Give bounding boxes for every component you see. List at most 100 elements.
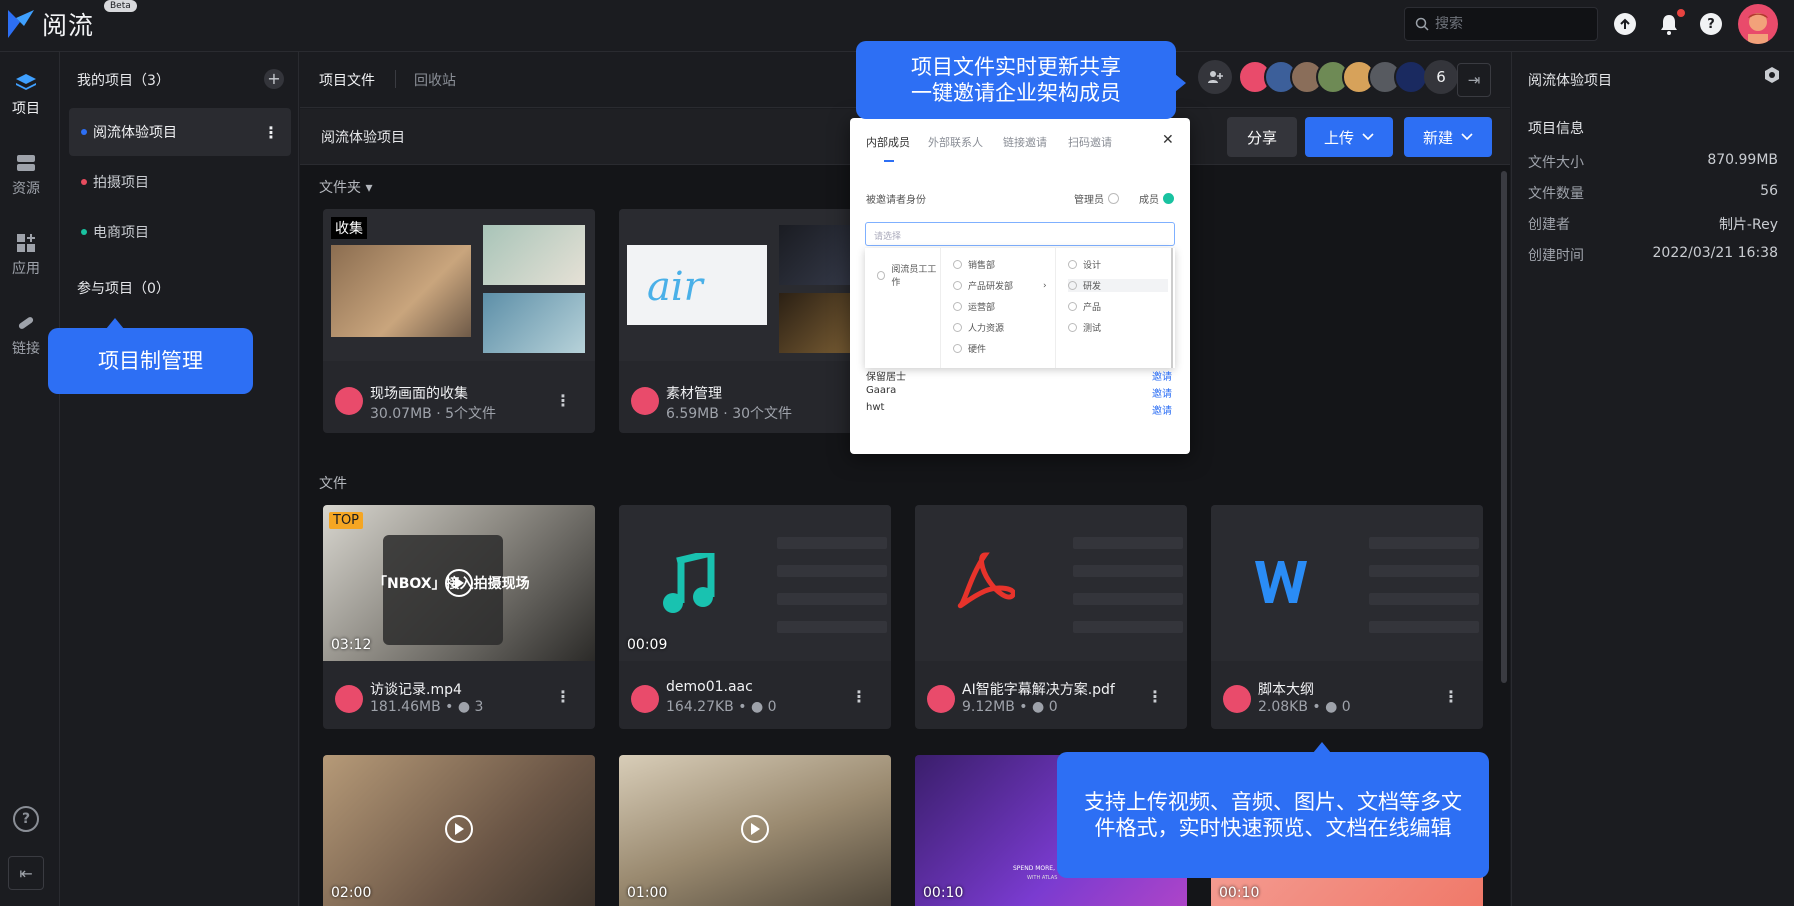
more-vertical-icon[interactable]: ⋮ [851, 687, 867, 706]
rail-item-links[interactable]: 链接 [0, 312, 52, 358]
radio-icon[interactable] [1108, 193, 1119, 204]
radio-icon[interactable] [953, 323, 962, 332]
radio-icon[interactable] [953, 302, 962, 311]
folder-name: 现场画面的收集 [370, 386, 468, 402]
dropdown-option[interactable]: 产品研发部 › [953, 279, 1047, 292]
dropdown-option[interactable]: 运营部 [953, 300, 995, 313]
tab-qr-invite[interactable]: 扫码邀请 [1068, 134, 1112, 150]
new-button[interactable]: 新建 [1404, 117, 1492, 157]
radio-icon[interactable] [1068, 281, 1077, 290]
project-item[interactable]: 电商项目 [69, 208, 291, 256]
radio-icon[interactable] [953, 281, 962, 290]
dropdown-column: 销售部 产品研发部 › 运营部 人力资源 硬件 [940, 248, 1055, 368]
owner-avatar [335, 387, 363, 415]
owner-avatar [1223, 685, 1251, 713]
file-meta: 181.46MB • ● 3 [370, 699, 484, 715]
audio-duration: 00:09 [627, 637, 668, 653]
gear-icon[interactable] [1764, 67, 1780, 83]
file-card[interactable]: 00:09 demo01.aac 164.27KB • ● 0 ⋮ [619, 505, 891, 729]
dropdown-option[interactable]: 产品 [1068, 300, 1101, 313]
play-icon[interactable] [445, 815, 473, 843]
user-avatar[interactable] [1738, 4, 1778, 44]
comment-count: 0 [767, 699, 777, 715]
invite-link[interactable]: 邀请 [1152, 402, 1172, 417]
rail-item-resources[interactable]: 资源 [0, 152, 52, 198]
search-box[interactable] [1404, 7, 1598, 41]
owner-avatar [335, 685, 363, 713]
rail-item-projects[interactable]: 项目 [0, 72, 52, 118]
tab-recycle-bin[interactable]: 回收站 [414, 70, 456, 90]
close-icon[interactable]: ✕ [1162, 132, 1174, 148]
project-dot [81, 179, 87, 185]
skeleton-line [1369, 565, 1479, 577]
member-name: hwt [866, 402, 885, 413]
file-card[interactable]: AI智能字幕解决方案.pdf 9.12MB • ● 0 ⋮ [915, 505, 1187, 729]
rail-item-apps[interactable]: 应用 [0, 232, 52, 278]
dropdown-option[interactable]: 硬件 [953, 342, 986, 355]
radio-checked-icon[interactable] [1163, 193, 1174, 204]
scrollbar[interactable] [1501, 171, 1507, 683]
role-admin-option[interactable]: 管理员 [1074, 191, 1119, 206]
more-vertical-icon[interactable]: ⋮ [1443, 687, 1459, 706]
comment-count: 3 [474, 699, 484, 715]
more-vertical-icon[interactable]: ⋮ [555, 687, 571, 706]
file-card[interactable]: 01:00 [619, 755, 891, 906]
tab-internal-members[interactable]: 内部成员 [866, 134, 910, 150]
help-circle-icon[interactable]: ? [13, 806, 39, 832]
upload-transfer-icon[interactable] [1614, 13, 1636, 35]
bell-icon[interactable] [1658, 12, 1680, 36]
file-card[interactable]: 「NBOX」接入拍摄现场 TOP 03:12 访谈记录.mp4 181.46MB… [323, 505, 595, 729]
tab-link-invite[interactable]: 链接邀请 [1003, 134, 1047, 150]
more-vertical-icon[interactable]: ⋮ [1147, 687, 1163, 706]
invite-link[interactable]: 邀请 [1152, 368, 1172, 383]
dropdown-option[interactable]: 测试 [1068, 321, 1101, 334]
dropdown-option[interactable]: 设计 [1068, 258, 1101, 271]
radio-icon[interactable] [1068, 260, 1077, 269]
dropdown-option[interactable]: 研发 [1068, 279, 1168, 292]
more-vertical-icon[interactable]: ⋮ [263, 123, 279, 142]
app-logo[interactable]: 阅流 [6, 6, 94, 42]
play-icon[interactable] [741, 815, 769, 843]
radio-icon[interactable] [953, 260, 962, 269]
folder-section-title[interactable]: 文件夹 ▾ [319, 177, 372, 197]
member-name: Gaara [866, 385, 897, 396]
dropdown-option[interactable]: 销售部 [953, 258, 995, 271]
dropdown-option[interactable]: 人力资源 [953, 321, 1004, 334]
skeleton-line [1073, 593, 1183, 605]
member-avatar[interactable] [1394, 60, 1428, 94]
radio-icon[interactable] [953, 344, 962, 353]
help-icon[interactable]: ? [1700, 13, 1722, 35]
radio-icon[interactable] [877, 270, 886, 280]
add-project-button[interactable]: + [264, 69, 284, 89]
search-input[interactable] [1435, 16, 1585, 32]
share-button[interactable]: 分享 [1227, 117, 1297, 157]
play-icon[interactable] [445, 569, 473, 597]
radio-icon[interactable] [1068, 302, 1077, 311]
upload-button[interactable]: 上传 [1305, 117, 1393, 157]
file-card[interactable]: 脚本大纲 2.08KB • ● 0 ⋮ [1211, 505, 1483, 729]
folder-photo: air [627, 245, 767, 325]
department-dropdown: 阅流员工工作 销售部 产品研发部 › 运营部 人力资源 硬件 设计 研发 产品 测… [865, 248, 1175, 368]
dropdown-option[interactable]: 阅流员工工作 [877, 262, 940, 288]
callout-text: 项目文件实时更新共享 [911, 55, 1121, 79]
tab-external-contacts[interactable]: 外部联系人 [928, 134, 983, 150]
info-section-title: 项目信息 [1528, 121, 1584, 137]
member-count-badge[interactable]: 6 [1424, 60, 1458, 94]
folder-meta: 6.59MB · 30个文件 [666, 406, 793, 422]
department-select[interactable]: 请选择 [865, 222, 1175, 246]
radio-icon[interactable] [1068, 323, 1077, 332]
info-value: 2022/03/21 16:38 [1652, 245, 1779, 261]
collapse-sidebar-button[interactable]: ⇤ [8, 856, 44, 890]
add-member-icon[interactable] [1198, 60, 1232, 94]
more-vertical-icon[interactable]: ⋮ [555, 391, 571, 410]
project-item[interactable]: 拍摄项目 [69, 158, 291, 206]
file-name: demo01.aac [666, 679, 753, 695]
file-card[interactable]: 02:00 [323, 755, 595, 906]
chevron-down-icon [1461, 133, 1473, 141]
panel-toggle-icon[interactable]: ⇥ [1457, 63, 1491, 97]
project-item[interactable]: 阅流体验项目 ⋮ [69, 108, 291, 156]
invite-link[interactable]: 邀请 [1152, 385, 1172, 400]
folder-card[interactable]: 收集 现场画面的收集 30.07MB · 5个文件 ⋮ [323, 209, 595, 433]
tab-project-files[interactable]: 项目文件 [319, 70, 375, 90]
role-member-option[interactable]: 成员 [1139, 191, 1174, 206]
